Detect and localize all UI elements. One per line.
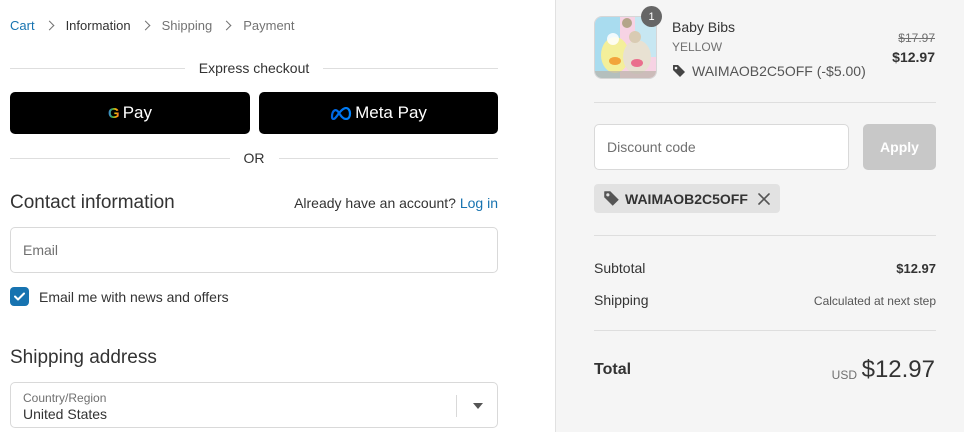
tag-icon <box>604 191 619 206</box>
newsletter-option: Email me with news and offers <box>10 287 229 306</box>
product-variant: YELLOW <box>672 40 723 54</box>
product-discount: WAIMAOB2C5OFF (-$5.00) <box>672 63 866 79</box>
breadcrumb-shipping: Shipping <box>161 18 213 33</box>
shipping-label: Shipping <box>594 292 649 308</box>
select-separator <box>456 395 457 417</box>
chevron-right-icon <box>44 20 55 31</box>
meta-logo-icon <box>330 106 352 120</box>
subtotal-label: Subtotal <box>594 260 646 276</box>
email-input[interactable] <box>11 228 497 272</box>
breadcrumb-cart[interactable]: Cart <box>10 18 35 33</box>
shipping-value: Calculated at next step <box>813 294 936 308</box>
or-label: OR <box>243 150 265 166</box>
total-label: Total <box>594 361 632 378</box>
product-name: Baby Bibs <box>672 19 736 35</box>
divider-line <box>278 157 498 159</box>
account-prompt-text: Already have an account? <box>294 195 456 211</box>
contact-information-heading: Contact information <box>10 192 175 213</box>
tag-icon <box>673 65 685 77</box>
email-field[interactable] <box>10 227 498 273</box>
breadcrumb-payment: Payment <box>243 18 295 33</box>
summary-divider <box>594 330 936 331</box>
total-currency: USD <box>831 368 857 382</box>
chevron-right-icon <box>221 20 232 31</box>
checkout-form-panel: Cart Information Shipping Payment Expres… <box>0 0 555 432</box>
newsletter-label: Email me with news and offers <box>39 288 229 305</box>
applied-discount-code: WAIMAOB2C5OFF <box>625 190 748 207</box>
divider-line <box>10 157 230 159</box>
total-value: $12.97 <box>861 356 935 383</box>
breadcrumb: Cart Information Shipping Payment <box>10 18 295 33</box>
order-summary-panel: 1 Baby Bibs YELLOW WAIMAOB2C5OFF (-$5.00… <box>555 0 964 432</box>
meta-pay-button[interactable]: Meta Pay <box>259 92 498 134</box>
country-region-value: United States <box>23 406 108 422</box>
applied-discount-chip: WAIMAOB2C5OFF <box>594 184 780 213</box>
shipping-row: Shipping Calculated at next step <box>594 292 936 308</box>
express-checkout-title: Express checkout <box>198 60 310 76</box>
or-divider: OR <box>10 150 498 166</box>
discount-code-input[interactable] <box>595 125 848 169</box>
country-region-label: Country/Region <box>23 391 107 405</box>
checkmark-icon <box>14 292 25 301</box>
quantity-badge: 1 <box>641 6 662 27</box>
apply-button[interactable]: Apply <box>863 124 936 170</box>
account-prompt: Already have an account? Log in <box>294 195 498 211</box>
login-link[interactable]: Log in <box>460 195 498 211</box>
subtotal-value: $12.97 <box>896 261 936 276</box>
dropdown-caret-icon <box>473 403 483 409</box>
google-pay-label: Pay <box>122 103 152 122</box>
discounted-price: $12.97 <box>892 49 935 65</box>
google-pay-button[interactable]: G Pay <box>10 92 250 134</box>
chevron-right-icon <box>140 20 151 31</box>
newsletter-checkbox[interactable] <box>10 287 29 306</box>
divider-line <box>323 67 498 69</box>
close-icon[interactable] <box>758 192 770 205</box>
summary-divider <box>594 102 936 103</box>
meta-pay-label: Meta Pay <box>355 103 427 122</box>
breadcrumb-information: Information <box>65 18 131 33</box>
divider-line <box>10 67 185 69</box>
summary-divider <box>594 235 936 236</box>
subtotal-row: Subtotal $12.97 <box>594 260 936 276</box>
country-region-select[interactable]: Country/Region United States <box>10 382 498 428</box>
express-checkout-divider: Express checkout <box>10 60 498 76</box>
product-discount-text: WAIMAOB2C5OFF (-$5.00) <box>692 63 866 79</box>
shipping-address-heading: Shipping address <box>10 347 157 368</box>
original-price: $17.97 <box>898 31 935 45</box>
google-g-icon: G <box>108 104 120 122</box>
discount-code-field[interactable] <box>594 124 849 170</box>
